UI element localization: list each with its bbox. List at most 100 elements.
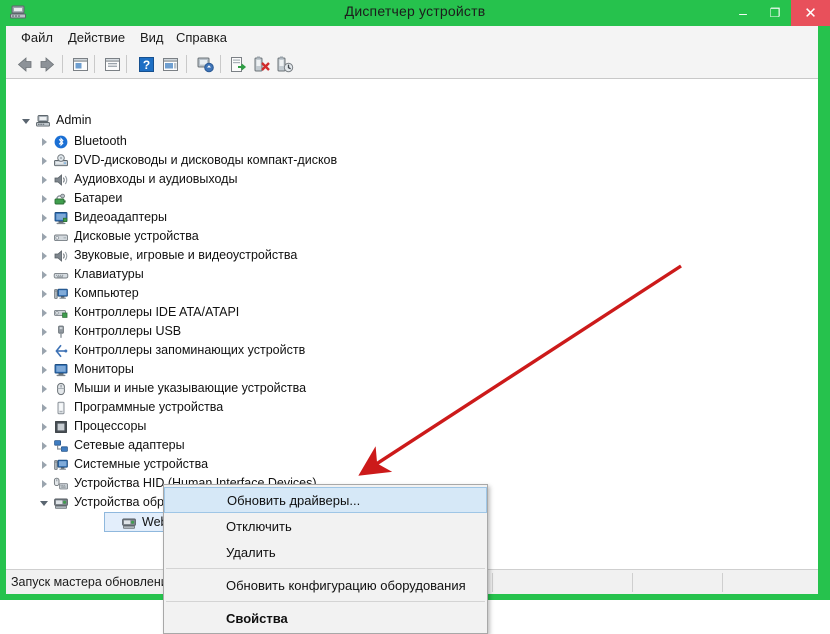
tree-node-keyboards[interactable]: Клавиатуры — [38, 265, 144, 284]
tree-node-network-adapters[interactable]: Сетевые адаптеры — [38, 436, 185, 455]
tree-node-display-adapters[interactable]: Видеоадаптеры — [38, 208, 167, 227]
chevron-right-icon[interactable] — [38, 211, 51, 224]
context-menu-item-scan-hardware-changes[interactable]: Обновить конфигурацию оборудования — [164, 572, 487, 598]
chevron-right-icon[interactable] — [38, 420, 51, 433]
tree-node-storage-controllers[interactable]: Контроллеры запоминающих устройств — [38, 341, 305, 360]
dvd-drive-icon — [53, 153, 69, 169]
tree-node-system-devices[interactable]: Системные устройства — [38, 455, 208, 474]
disable-device-icon[interactable] — [274, 54, 295, 75]
menu-item-help[interactable]: Справка — [172, 29, 231, 46]
tree-node-label: Системные устройства — [74, 457, 209, 471]
chevron-right-icon[interactable] — [38, 325, 51, 338]
tree-node-batteries[interactable]: Батареи — [38, 189, 122, 208]
context-menu-separator — [166, 601, 485, 602]
toolbar-separator — [186, 55, 187, 73]
menu-item-action[interactable]: Действие — [64, 29, 129, 46]
context-menu-item-label: Удалить — [226, 544, 276, 560]
chevron-right-icon[interactable] — [38, 135, 51, 148]
maximize-icon: ❐ — [769, 6, 781, 20]
menu-item-file[interactable]: Файл — [17, 29, 57, 46]
tree-node-sound-video-game[interactable]: Звуковые, игровые и видеоустройства — [38, 246, 297, 265]
context-menu-item-label: Отключить — [226, 518, 292, 534]
context-menu[interactable]: Обновить драйверы... Отключить Удалить О… — [163, 484, 488, 634]
chevron-right-icon[interactable] — [38, 268, 51, 281]
tree-node-dvd-drives[interactable]: DVD-дисководы и дисководы компакт-дисков — [38, 151, 337, 170]
tree-node-computer[interactable]: Компьютер — [38, 284, 139, 303]
tree-node-label: Мониторы — [74, 362, 134, 376]
chevron-right-icon[interactable] — [38, 439, 51, 452]
update-driver-icon[interactable] — [228, 54, 249, 75]
audio-icon — [53, 172, 69, 188]
chevron-right-icon[interactable] — [38, 477, 51, 490]
tree-node-label: Программные устройства — [74, 400, 224, 414]
bluetooth-icon — [53, 134, 69, 150]
minimize-button[interactable]: – — [727, 0, 759, 26]
chevron-down-icon[interactable] — [20, 114, 33, 127]
tree-node-label: DVD-дисководы и дисководы компакт-дисков — [74, 153, 338, 167]
chevron-right-icon[interactable] — [38, 154, 51, 167]
context-menu-item-properties[interactable]: Свойства — [164, 605, 487, 631]
tree-node-label: Bluetooth — [74, 134, 127, 148]
show-hide-console-tree-icon[interactable] — [70, 54, 91, 75]
mouse-icon — [53, 381, 69, 397]
tree-node-audio-io[interactable]: Аудиовходы и аудиовыходы — [38, 170, 237, 189]
chevron-right-icon[interactable] — [38, 363, 51, 376]
tree-node-processors[interactable]: Процессоры — [38, 417, 146, 436]
tree-node-mice[interactable]: Мыши и иные указывающие устройства — [38, 379, 306, 398]
tree-node-usb-controllers[interactable]: Контроллеры USB — [38, 322, 181, 341]
help-icon[interactable]: ? — [136, 54, 157, 75]
tree-node-label: Аудиовходы и аудиовыходы — [74, 172, 238, 186]
uninstall-device-icon[interactable] — [251, 54, 272, 75]
context-menu-item-update-drivers[interactable]: Обновить драйверы... — [164, 487, 487, 513]
tree-node-label: Батареи — [74, 191, 123, 205]
webcam-icon — [121, 515, 137, 531]
chevron-right-icon[interactable] — [38, 249, 51, 262]
tree-node-label: Контроллеры USB — [74, 324, 182, 338]
status-bar-divider — [722, 573, 723, 592]
properties-icon[interactable] — [102, 54, 123, 75]
context-menu-item-uninstall[interactable]: Удалить — [164, 539, 487, 565]
forward-icon[interactable] — [37, 54, 58, 75]
tree-node-label: Контроллеры IDE ATA/ATAPI — [74, 305, 240, 319]
tree-node-bluetooth[interactable]: Bluetooth — [38, 132, 127, 151]
tree-node-admin[interactable]: Admin — [20, 111, 91, 130]
chevron-down-icon[interactable] — [38, 496, 51, 509]
ide-controller-icon — [53, 305, 69, 321]
tree-node-monitors[interactable]: Мониторы — [38, 360, 134, 379]
show-hide-action-pane-icon[interactable] — [160, 54, 181, 75]
toolbar-separator — [94, 55, 95, 73]
menu-item-view[interactable]: Вид — [136, 29, 168, 46]
menu-bar: Файл Действие Вид Справка — [6, 26, 818, 51]
monitor-icon — [53, 362, 69, 378]
chevron-right-icon[interactable] — [38, 401, 51, 414]
chevron-right-icon[interactable] — [38, 458, 51, 471]
chevron-right-icon[interactable] — [38, 344, 51, 357]
chevron-right-icon[interactable] — [38, 192, 51, 205]
chevron-right-icon[interactable] — [38, 287, 51, 300]
toolbar-separator — [62, 55, 63, 73]
disk-drive-icon — [53, 229, 69, 245]
tree-node-software-devices[interactable]: Программные устройства — [38, 398, 223, 417]
computer-icon — [53, 286, 69, 302]
chevron-right-icon[interactable] — [38, 306, 51, 319]
context-menu-separator — [166, 568, 485, 569]
context-menu-item-disable[interactable]: Отключить — [164, 513, 487, 539]
maximize-button[interactable]: ❐ — [759, 0, 791, 26]
chevron-right-icon[interactable] — [38, 382, 51, 395]
close-button[interactable]: ✕ — [791, 0, 830, 26]
battery-icon — [53, 191, 69, 207]
tree-node-label: Видеоадаптеры — [74, 210, 167, 224]
tree-node-disk-drives[interactable]: Дисковые устройства — [38, 227, 199, 246]
tree-node-label: Admin — [56, 113, 92, 127]
tree-node-label: Процессоры — [74, 419, 147, 433]
chevron-right-icon[interactable] — [38, 173, 51, 186]
keyboard-icon — [53, 267, 69, 283]
chevron-right-icon[interactable] — [38, 230, 51, 243]
scan-for-hardware-changes-icon[interactable] — [195, 54, 216, 75]
toolbar-separator — [220, 55, 221, 73]
tree-node-ide-controllers[interactable]: Контроллеры IDE ATA/ATAPI — [38, 303, 239, 322]
imaging-device-icon — [53, 495, 69, 511]
tree-node-label: Компьютер — [74, 286, 139, 300]
back-icon[interactable] — [14, 54, 35, 75]
close-icon: ✕ — [804, 4, 817, 22]
